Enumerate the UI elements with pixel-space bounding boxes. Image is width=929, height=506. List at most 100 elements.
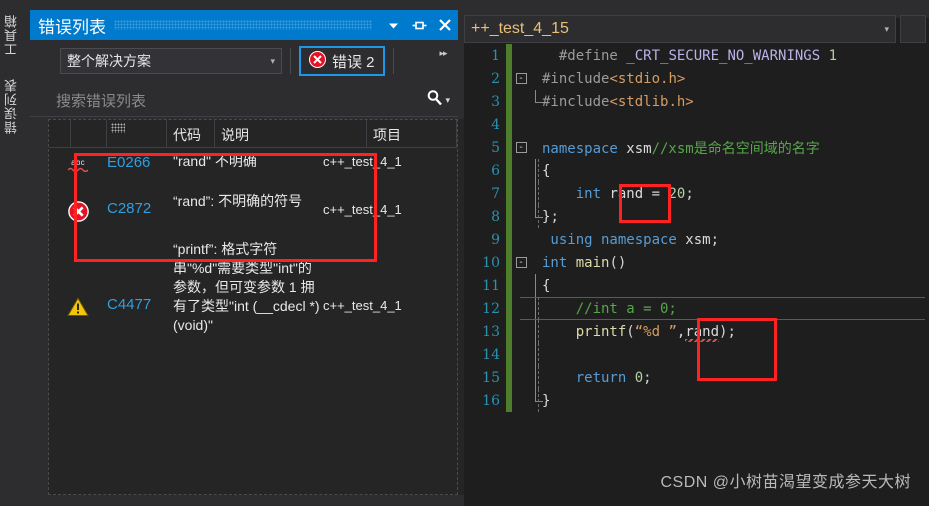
code-text: #include<stdio.h> [542,70,686,87]
search-icons: ▾ [426,89,458,111]
code-text: printf(“%d ”,rand); [575,323,736,342]
code-line[interactable]: 2- #include<stdio.h> [464,67,929,90]
chevron-down-icon[interactable]: ▾ [445,95,450,106]
code-text: namespace xsm//xsm是命名空间域的名字 [542,140,820,157]
fold-collapse-icon[interactable]: - [512,136,530,159]
line-number: 14 [482,346,500,363]
table-row[interactable]: C2872 “rand”: 不明确的符号 c++_test_4_1 [49,186,457,238]
grid-header-code[interactable]: 代码 [167,120,215,147]
row-description: “rand”: 不明确的符号 [173,193,303,209]
chevron-down-icon: ▾ [270,55,275,66]
indent-guide [530,366,542,389]
code-line[interactable]: 6{ [464,159,929,182]
code-text: { [542,162,551,179]
current-line-highlight [520,297,929,320]
code-line[interactable]: 15 return 0; [464,366,929,389]
search-input[interactable]: 搜索错误列表 [56,90,426,111]
indent-guide [530,67,542,90]
indent-guide [530,44,542,67]
vdock-tab-error-list[interactable]: 错误列表 [0,72,23,140]
row-code: E0266 [107,154,151,171]
indent-guide [530,159,542,182]
chevron-down-icon[interactable] [380,11,406,39]
code-line[interactable]: 8}; [464,205,929,228]
errors-toggle-label: 错误 2 [332,53,375,71]
indent-guide [530,251,542,274]
error-list-titlebar: 错误列表 [30,10,458,40]
code-line[interactable]: 12 //int a = 0; [464,297,929,320]
code-text: using namespace xsm; [542,231,720,248]
scope-guide [538,205,539,228]
code-text: int rand = 20; [542,185,694,202]
line-number: 8 [491,208,500,225]
fold-collapse-icon[interactable]: - [512,67,530,90]
line-number: 4 [491,116,500,133]
code-line[interactable]: 14 [464,343,929,366]
line-number: 11 [482,277,500,294]
code-line[interactable]: 5- namespace xsm//xsm是命名空间域的名字 [464,136,929,159]
row-project: c++_test_4_1 [323,202,402,217]
table-row[interactable]: C4477 “printf”: 格式字符串"%d"需要类型"int"的参数，但可… [49,238,457,378]
error-circle-icon [67,200,89,222]
code-editor-pane: ++_test_4_15 ▾ 1 #define _CRT_SECURE_NO_… [464,0,929,506]
left-vertical-dock: 工具箱 错误列表 [0,0,23,506]
indent-guide [530,113,542,136]
line-number: 2 [491,70,500,87]
code-line[interactable]: 13 printf(“%d ”,rand); [464,320,929,343]
indent-guide [530,90,543,113]
table-row[interactable]: abc E0266 "rand" 不明确 c++_test_4_1 [49,148,457,186]
error-list-grid: 代码 说明 项目 abc E0266 "rand" 不明确 c++_test_4… [48,119,458,495]
code-line[interactable]: 10- int main() [464,251,929,274]
vdock-tab-toolbox[interactable]: 工具箱 [0,8,23,62]
code-line[interactable]: 11 { [464,274,929,297]
code-text: }; [542,208,559,225]
scope-guide [538,159,539,182]
indent-guide [530,182,542,205]
grid-header-column-picker[interactable] [107,120,167,147]
indent-guide [530,274,542,297]
line-number: 16 [482,392,500,409]
code-line[interactable]: 3 #include<stdlib.h> [464,90,929,113]
indent-guide [530,343,542,366]
error-list-toolbar: 整个解决方案 ▾ 错误 2 ▸▸ [30,40,458,82]
indent-guide [530,205,543,228]
row-severity-icon: abc [49,148,107,176]
toolbar-overflow-button[interactable]: ▸▸ [434,46,452,60]
indent-guide [530,228,542,251]
fold-collapse-icon[interactable]: - [512,251,530,274]
errors-toggle-button[interactable]: 错误 2 [299,46,385,76]
scope-filter-dropdown[interactable]: 整个解决方案 ▾ [60,48,282,74]
row-severity-icon [49,238,107,318]
editor-tab-bar: ++_test_4_15 ▾ [464,14,929,44]
indent-guide [530,136,542,159]
toolbar-separator [290,48,291,74]
editor-tab-active[interactable]: ++_test_4_15 ▾ [464,15,896,43]
line-number: 1 [491,47,500,64]
search-row: 搜索错误列表 ▾ [30,84,458,117]
titlebar-grip-dots [114,20,372,30]
code-line[interactable]: 16} [464,389,929,412]
chevron-down-icon[interactable]: ▾ [884,24,889,35]
close-icon[interactable] [432,11,458,39]
code-text: int main() [542,254,627,271]
code-line[interactable]: 7 int rand = 20; [464,182,929,205]
code-line[interactable]: 4 [464,113,929,136]
code-line[interactable]: 9 using namespace xsm; [464,228,929,251]
code-area[interactable]: 1 #define _CRT_SECURE_NO_WARNINGS 1 2- #in… [464,44,929,506]
grid-header-description[interactable]: 说明 [215,120,367,147]
code-text: #include<stdlib.h> [542,93,694,110]
error-circle-icon [309,50,326,72]
line-number: 7 [491,185,500,202]
search-icon[interactable] [426,89,443,111]
pin-icon[interactable] [406,11,432,39]
row-project: c++_test_4_1 [323,154,402,169]
editor-tab-overflow-button[interactable] [900,15,926,43]
row-code: C4477 [107,296,152,313]
code-line[interactable]: 1 #define _CRT_SECURE_NO_WARNINGS 1 [464,44,929,67]
grid-header-project[interactable]: 项目 [367,120,457,147]
